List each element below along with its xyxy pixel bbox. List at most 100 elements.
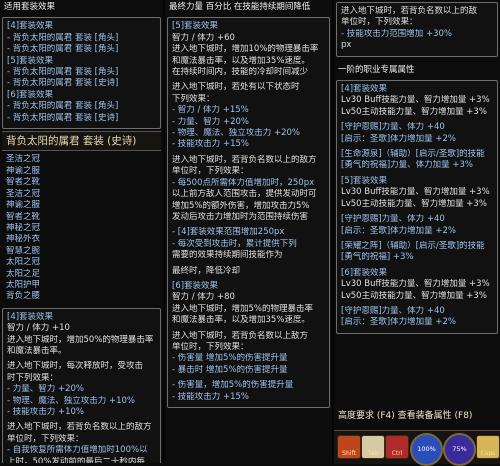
set-item-name: 智者之靴 (6, 211, 41, 222)
set-effect-detail-lines-2: [5]套装效果 智力 / 体力 +60 进入地下城时，增加10%的物理暴击率 和魔法暴… (172, 21, 325, 403)
set-effect-line: - [4]套装效果范围增加250px (172, 227, 285, 238)
set-effect-line: 单位时，下列效果： (341, 17, 418, 28)
set-effect-extra-lines: 进入地下城时，若背负名数以上的敌 单位时，下列效果： - 技能攻击力范围增加 +30… (341, 6, 493, 52)
column-2-header: 最终力量 百分比 在技能持续期间降低 (169, 2, 311, 12)
set-effect-line: 进入地下城时，增加5%的物理暴击率 (172, 303, 313, 314)
set-effect-line: 进入地下城时，若背负名数以上的敌方 (7, 422, 152, 433)
tooltip-column-1: 适用套装效果 [4]套装效果 - 背负太阳的属君 套装 [角头] - 背负太阳的属君… (0, 0, 163, 463)
class-effect-line: Lv30 Buff技能力量、智力增加量 +3% (341, 187, 490, 198)
set-effect-line: - 背负太阳的属君 套装 [角头] (7, 32, 119, 43)
class-exclusive-lines: [4]套装效果 Lv30 Buff技能力量、智力增加量 +3% Lv50主动技能力量… (341, 84, 493, 329)
set-item-name: 背负之腰 (6, 291, 41, 302)
class-effect-line: Lv50主动技能力量、智力增加量 +3% (341, 106, 487, 117)
tooltip-column-2: 最终力量 百分比 在技能持续期间降低 [5]套装效果 智力 / 体力 +60 进入地… (165, 0, 332, 463)
skill-slot-label: Tab (367, 449, 379, 457)
skill-slot-label: Ctrl (391, 449, 403, 457)
hp-orb-value: 100% (417, 445, 436, 453)
set-effect-line: - 背负太阳的属君 套装 [史诗] (7, 112, 119, 123)
set-effect-line: 时下列效果： (7, 372, 59, 383)
set-effect-line: - 技能攻击力 +10% (7, 407, 84, 417)
set-effect-line: 进入地下城时，若背负名数以上的敌 (341, 6, 478, 16)
set-effect-line: 进入地下城时，若背负名数以上敌方 (172, 330, 309, 341)
class-effect-line: [4]套装效果 (341, 84, 388, 95)
set-item-name: 智者之靴 (6, 177, 41, 188)
set-effect-line: 最终时，降低冷却 (172, 265, 241, 276)
equipment-hint-text: 高度要求 (F4) 查看装备属性 (F8) (338, 411, 473, 421)
set-effect-line: 进入地下城时，增加10%的物理暴击率 (172, 44, 319, 55)
set-effect-line: - 技能攻击力 +15% (172, 139, 249, 150)
class-effect-line: [勇气的祝福] +3% (341, 252, 414, 263)
set-item-list: 圣洁之冠 神谕之服 智者之靴 圣洁之冠 神谕之服 智者之靴 神秘之冠 神秘外衣 智慧之腕 太阳之冠… (0, 151, 163, 305)
set-effect-line: - 背负太阳的属君 套装 [角头] (7, 101, 119, 112)
set-effect-line: - 背负太阳的属君 套装 [角头] (7, 44, 119, 55)
set-effect-line: 智力 / 体力 +10 (7, 323, 70, 334)
set-effect-line: - 暴击时 增加5%的伤害提升量 (172, 364, 288, 375)
set-item-name: 神谕之服 (6, 200, 41, 211)
skill-slot-caps[interactable]: Caps (476, 435, 500, 459)
set-effect-line: 以上前方敌人范围攻击，提供发动时可 (172, 189, 317, 200)
class-effect-line: [6]套装效果 (341, 267, 388, 278)
set-effect-line: 上时，50%发动前的最后二十秒内每 (7, 456, 145, 463)
class-effect-line: [启示：圣歌]体力增加量 +2% (341, 133, 456, 144)
skill-slot-ctrl[interactable]: Ctrl (385, 435, 409, 459)
set-effect-line: 单位时，下列效果： (172, 341, 249, 352)
class-effect-line: [启示：圣歌]体力增加量 +2% (341, 317, 456, 328)
class-effect-line: Lv50主动技能力量、智力增加量 +3% (341, 290, 487, 301)
skill-slot-tab[interactable]: Tab (361, 435, 385, 459)
set-effect-line: 进入地下城时，增加50%的物理暴击率 (7, 334, 154, 345)
set-effect-line: 进入地下城时，若背负名数以上的敌方 (172, 154, 317, 165)
set-item-name: 圣洁之冠 (6, 154, 41, 165)
set-effect-line: [6]套装效果 (7, 89, 54, 100)
set-effect-line: - 每500点所需体力值增加时，250px (172, 177, 315, 188)
set-effect-extra-box: 进入地下城时，若背负名数以上的敌 单位时，下列效果： - 技能攻击力范围增加 +30… (336, 2, 498, 57)
set-effect-line: 和魔法暴击率，以及增加35%速度。 (172, 55, 310, 66)
set-effect-line: - 智力 / 体力 +15% (172, 105, 249, 116)
mp-orb: 75% (443, 433, 476, 466)
set-item-name: 圣洁之冠 (6, 188, 41, 199)
set-effect-line: [6]套装效果 (172, 280, 219, 291)
set-effect-summary-box: [4]套装效果 - 背负太阳的属君 套装 [角头] - 背负太阳的属君 套装 [角头… (2, 17, 161, 130)
set-effect-line: 进入地下城时，若处有以下状态时 (172, 82, 300, 93)
class-effect-line: [生命源泉]（辅助）[启示/圣歌]的技能 (341, 149, 485, 160)
set-effect-line: [4]套装效果 (7, 21, 54, 32)
set-effect-line: 单位时，下列效果： (172, 166, 249, 177)
set-effect-line: - 背负太阳的属君 套装 [史诗] (7, 78, 119, 89)
set-effect-line: - 背负太阳的属君 套装 [角头] (7, 67, 119, 78)
set-effect-line: 单位时，下列效果： (7, 433, 84, 444)
set-effect-line: 需要的效果持续期间技能作为 (172, 250, 283, 261)
class-effect-line: [守护恩赐]力量、体力 +40 (341, 122, 445, 133)
set-item-name: 智慧之腕 (6, 245, 41, 256)
skill-slot-shift[interactable]: Shift (337, 435, 361, 459)
set-effect-detail-lines: [4]套装效果 智力 / 体力 +10 进入地下城时，增加50%的物理暴击率 和魔法暴… (7, 312, 156, 463)
class-effect-line: Lv30 Buff技能力量、智力增加量 +3% (341, 279, 490, 290)
set-effect-line: 进入地下城时，每次释放时，受攻击 (7, 361, 144, 372)
set-effect-line: - 物理、魔法、独立攻击力 +10% (7, 395, 135, 406)
set-item-name: 神谕之服 (6, 165, 41, 176)
set-effect-line: - 力量、智力 +20% (7, 384, 84, 395)
set-item-name: 神秘之冠 (6, 222, 41, 233)
class-effect-line: Lv30 Buff技能力量、智力增加量 +3% (341, 95, 490, 106)
skill-slot-label: Shift (342, 449, 356, 457)
tooltip-column-3: 进入地下城时，若背负名数以上的敌 单位时，下列效果： - 技能攻击力范围增加 +30… (334, 0, 500, 430)
set-effect-line: [4]套装效果 (7, 311, 54, 322)
set-effect-line: 发动后攻击力增加时为范围持续伤害 (172, 211, 309, 222)
set-effect-line: - 物理、魔法、独立攻击力 +20% (172, 128, 300, 139)
set-item-name: 太阳护甲 (6, 279, 41, 290)
set-effect-line: - 伤害量 增加5%的伤害提升量 (172, 353, 288, 364)
set-effect-detail-box: [4]套装效果 智力 / 体力 +10 进入地下城时，增加50%的物理暴击率 和魔法暴… (2, 307, 161, 463)
set-effect-line: 和魔法暴击率，以及增加35%速度。 (172, 315, 310, 326)
skill-slot-label: Caps (480, 449, 496, 457)
set-effect-line: - 每次受到攻击时，累计提供下列 (172, 238, 297, 249)
class-effect-line: [勇气的祝福]力量、体力加量 +3% (341, 160, 473, 171)
set-effect-line: px (341, 40, 352, 51)
set-effect-detail-box-2: [5]套装效果 智力 / 体力 +60 进入地下城时，增加10%的物理暴击率 和魔法暴… (167, 17, 330, 408)
set-effect-line: - 伤害量，增加5%的伤害提升量 (172, 380, 294, 391)
class-exclusive-box: [4]套装效果 Lv30 Buff技能力量、智力增加量 +3% Lv50主动技能力量… (336, 80, 498, 334)
set-effect-line: - 力量、智力 +20% (172, 116, 249, 127)
set-effect-line: 和魔法暴击率。 (7, 345, 67, 356)
skill-bar: 高度要求 (F4) 查看装备属性 (F8) Shift Tab Ctrl 100… (334, 411, 500, 466)
class-effect-line: [守护恩赐]力量、体力 +40 (341, 214, 445, 225)
class-effect-line: [荣耀之阵]（辅助）[启示/圣歌]的技能 (341, 240, 485, 251)
set-effect-line: 在持续时间内，技能的冷却时间减少 (172, 67, 309, 78)
set-effect-line: [5]套装效果 (172, 21, 219, 32)
